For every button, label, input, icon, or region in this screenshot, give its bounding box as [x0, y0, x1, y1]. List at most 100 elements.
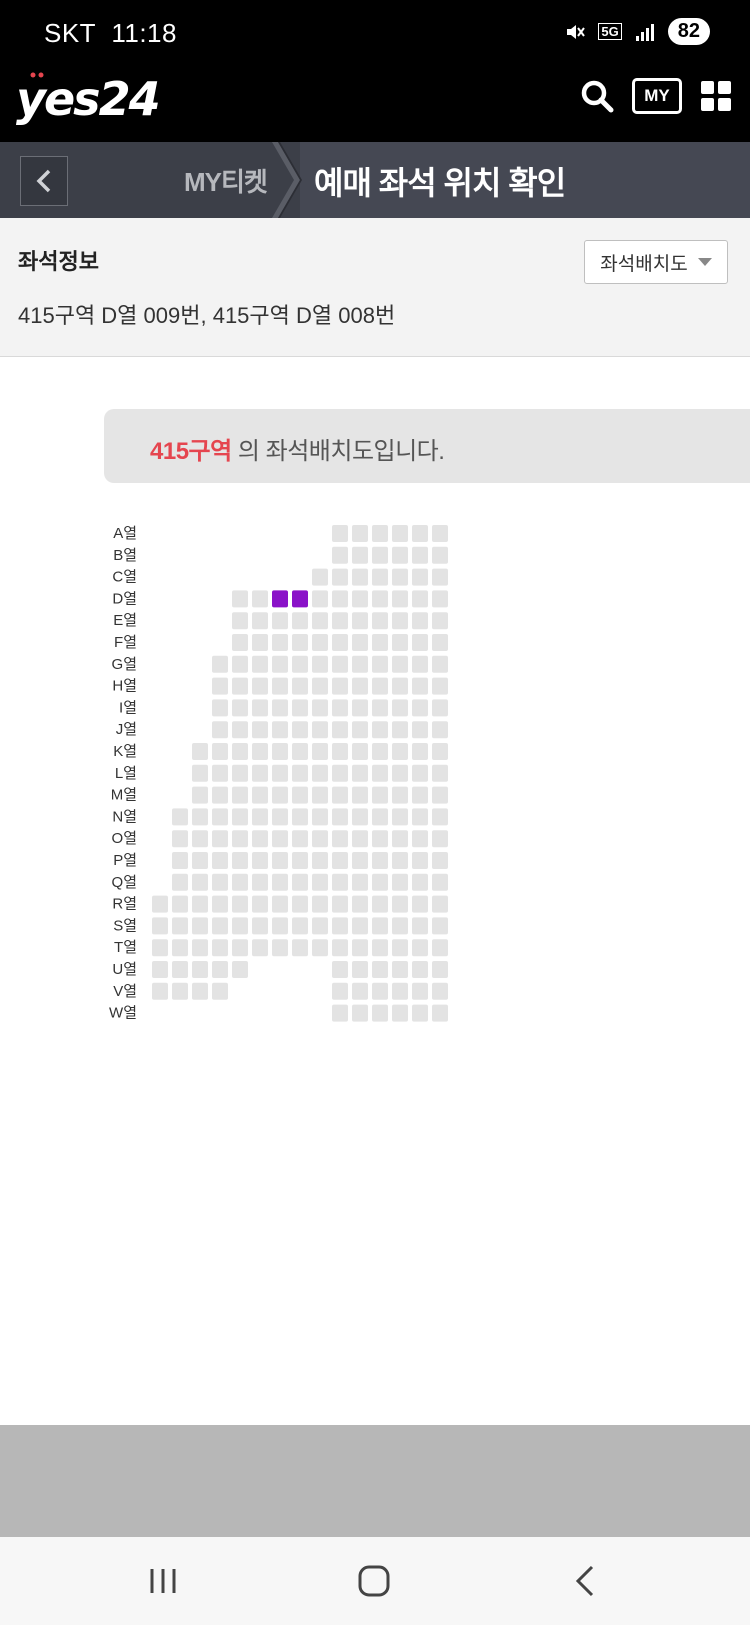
seat[interactable] — [352, 982, 368, 1000]
seat[interactable] — [212, 699, 228, 717]
seat[interactable] — [292, 917, 308, 935]
seat[interactable] — [252, 786, 268, 804]
seat[interactable] — [372, 677, 388, 695]
seat[interactable] — [272, 830, 288, 848]
seat[interactable] — [212, 808, 228, 826]
seat[interactable] — [352, 677, 368, 695]
seat[interactable] — [292, 721, 308, 739]
seat[interactable] — [252, 634, 268, 651]
seat[interactable] — [292, 764, 308, 782]
seat[interactable] — [412, 677, 428, 695]
seat[interactable] — [352, 764, 368, 782]
seat[interactable] — [432, 939, 448, 957]
seat[interactable] — [432, 917, 448, 935]
seat[interactable] — [432, 830, 448, 848]
seat[interactable] — [432, 677, 448, 695]
seat[interactable] — [272, 634, 288, 651]
seat[interactable] — [212, 677, 228, 695]
recent-apps-icon[interactable] — [148, 1567, 178, 1595]
seat[interactable] — [352, 1004, 368, 1022]
seat[interactable] — [432, 634, 448, 651]
seat[interactable] — [392, 525, 408, 542]
seat[interactable] — [352, 699, 368, 717]
seat[interactable] — [392, 786, 408, 804]
seat[interactable] — [372, 590, 388, 608]
seat[interactable] — [332, 939, 348, 957]
seat[interactable] — [392, 895, 408, 913]
seat[interactable] — [432, 568, 448, 586]
seat[interactable] — [172, 830, 188, 848]
seat[interactable] — [332, 612, 348, 630]
seat[interactable] — [232, 677, 248, 695]
seat[interactable] — [332, 721, 348, 739]
seat[interactable] — [432, 721, 448, 739]
seat[interactable] — [212, 721, 228, 739]
seat[interactable] — [352, 852, 368, 869]
seat[interactable] — [272, 655, 288, 673]
seat[interactable] — [352, 830, 368, 848]
seat[interactable] — [332, 917, 348, 935]
seat[interactable] — [392, 764, 408, 782]
seat[interactable] — [272, 917, 288, 935]
seat[interactable] — [352, 568, 368, 586]
seat[interactable] — [392, 982, 408, 1000]
seat[interactable] — [312, 830, 328, 848]
seat[interactable] — [352, 525, 368, 542]
seat[interactable] — [272, 939, 288, 957]
seat[interactable] — [432, 852, 448, 869]
seat[interactable] — [312, 677, 328, 695]
seat[interactable] — [352, 808, 368, 826]
seat[interactable] — [252, 852, 268, 869]
seat[interactable] — [412, 699, 428, 717]
seat[interactable] — [392, 590, 408, 608]
seat[interactable] — [312, 917, 328, 935]
seat[interactable] — [192, 917, 208, 935]
seat[interactable] — [252, 655, 268, 673]
seat[interactable] — [272, 852, 288, 869]
seat[interactable] — [352, 895, 368, 913]
seat[interactable] — [232, 808, 248, 826]
seat[interactable] — [212, 786, 228, 804]
seat[interactable] — [432, 786, 448, 804]
seat[interactable] — [332, 982, 348, 1000]
seat[interactable] — [352, 612, 368, 630]
seat[interactable] — [312, 786, 328, 804]
seat[interactable] — [272, 808, 288, 826]
seat[interactable] — [232, 786, 248, 804]
seat[interactable] — [312, 634, 328, 651]
seat[interactable] — [332, 525, 348, 542]
seat[interactable] — [332, 677, 348, 695]
seat[interactable] — [372, 743, 388, 760]
seat[interactable] — [192, 764, 208, 782]
seat[interactable] — [412, 982, 428, 1000]
seat[interactable] — [232, 961, 248, 978]
seat[interactable] — [352, 634, 368, 651]
seat[interactable] — [372, 982, 388, 1000]
seat[interactable] — [432, 655, 448, 673]
seat[interactable] — [332, 830, 348, 848]
seat[interactable] — [232, 939, 248, 957]
seat[interactable] — [432, 808, 448, 826]
seat[interactable] — [272, 786, 288, 804]
seat[interactable] — [312, 590, 328, 608]
seat[interactable] — [192, 961, 208, 978]
seat[interactable] — [252, 939, 268, 957]
seat[interactable] — [192, 743, 208, 760]
seat[interactable] — [372, 852, 388, 869]
seat[interactable] — [292, 699, 308, 717]
seat[interactable] — [412, 743, 428, 760]
seat[interactable] — [212, 895, 228, 913]
seat[interactable] — [372, 634, 388, 651]
seat[interactable] — [272, 677, 288, 695]
seat[interactable] — [392, 634, 408, 651]
seat[interactable] — [372, 961, 388, 978]
seat[interactable] — [272, 873, 288, 891]
seat[interactable] — [372, 655, 388, 673]
seat[interactable] — [412, 808, 428, 826]
seat[interactable] — [412, 525, 428, 542]
seat[interactable] — [212, 830, 228, 848]
seat[interactable] — [172, 982, 188, 1000]
seat[interactable] — [312, 764, 328, 782]
seat[interactable] — [212, 743, 228, 760]
seat[interactable] — [372, 808, 388, 826]
